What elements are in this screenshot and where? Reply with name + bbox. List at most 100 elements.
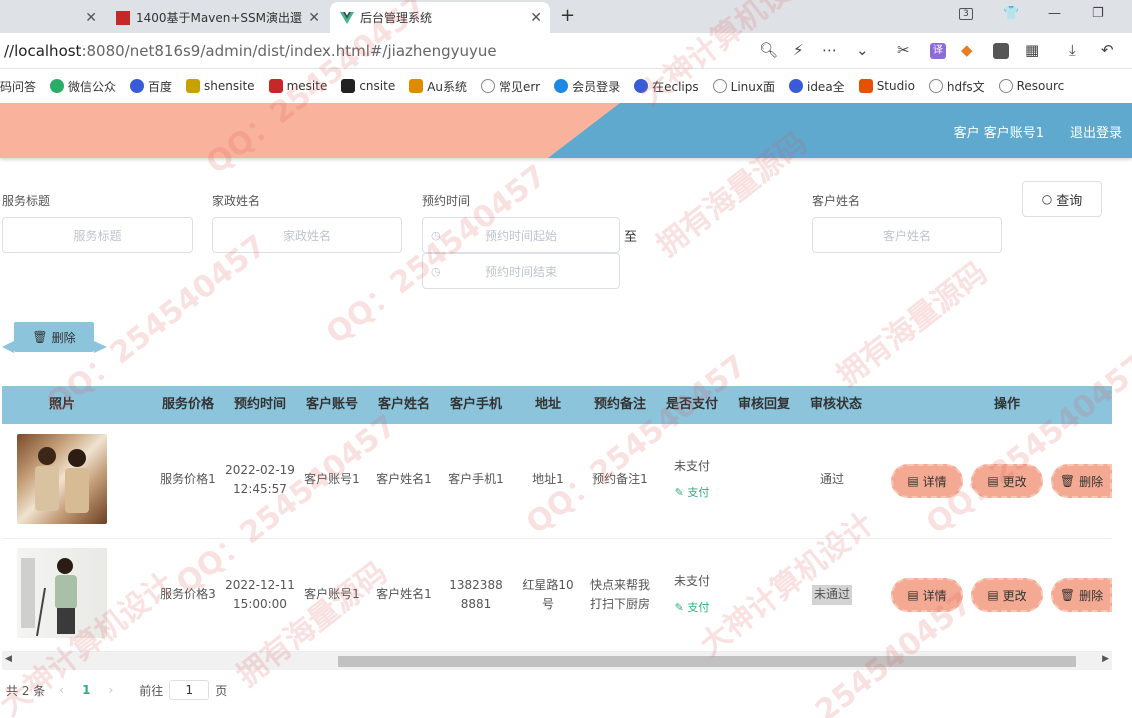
url-field[interactable]: //localhost:8080/net816s9/admin/dist/ind…: [4, 42, 497, 60]
col-time: 预约时间: [233, 397, 286, 412]
undo-icon[interactable]: ↶: [1101, 41, 1114, 59]
col-note: 预约备注: [593, 397, 646, 412]
batch-delete-button[interactable]: 🗑︎ 删除: [2, 322, 107, 353]
scroll-left-icon[interactable]: ◀: [5, 654, 12, 664]
logout-link[interactable]: 退出登录: [1070, 122, 1122, 141]
goto-label: 前往: [139, 683, 164, 698]
bookmark-item[interactable]: 码问答: [0, 78, 36, 95]
browser-tab-3-active[interactable]: 后台管理系统 ✕: [330, 2, 550, 33]
col-address: 地址: [534, 397, 561, 412]
close-icon[interactable]: ✕: [530, 10, 542, 26]
mesite-icon: [268, 79, 283, 93]
baidu-paw-icon: [788, 79, 803, 93]
scrollbar-thumb[interactable]: [338, 656, 1076, 667]
batch-delete-label: 删除: [51, 330, 76, 345]
status-badge: 未通过: [811, 585, 852, 605]
paid-status: 未支付: [673, 458, 710, 473]
bookmark-label: 会员登录: [572, 79, 621, 94]
col-photo: 照片: [48, 397, 75, 412]
close-icon[interactable]: ✕: [85, 10, 97, 26]
new-tab-icon[interactable]: +: [560, 5, 575, 26]
zoom-icon[interactable]: 🔍︎: [759, 41, 778, 59]
detail-button[interactable]: ▤ 详情: [891, 578, 963, 612]
table-horizontal-scrollbar[interactable]: ◀ ▶: [2, 652, 1112, 670]
browser-tab-1[interactable]: ✕: [0, 2, 105, 33]
bookmark-label: Resourc: [1016, 79, 1065, 93]
customer-name-input[interactable]: 客户姓名: [812, 217, 1002, 253]
paid-status: 未支付: [673, 573, 710, 588]
detail-label: 详情: [922, 474, 947, 489]
appointment-time-start-input[interactable]: ◷ 预约时间起始: [422, 217, 620, 253]
page-number-current[interactable]: 1: [82, 683, 90, 697]
pay-link[interactable]: ✎ 支付: [675, 599, 710, 617]
bookmark-item[interactable]: 会员登录: [554, 78, 620, 95]
bookmark-item[interactable]: hdfs文: [928, 78, 985, 95]
delete-button[interactable]: 🗑︎ 删除: [1051, 578, 1112, 612]
extension-icon[interactable]: [993, 43, 1009, 59]
prev-page-icon[interactable]: ‹: [59, 683, 64, 697]
tab-count-badge[interactable]: 3: [959, 8, 973, 20]
lightning-icon[interactable]: ⚡︎: [793, 41, 804, 59]
baidu-paw-icon: [634, 79, 649, 93]
col-status: 审核状态: [809, 397, 862, 412]
goto-page-input[interactable]: 1: [169, 680, 210, 700]
appointment-time-end-input[interactable]: ◷ 预约时间结束: [422, 253, 620, 289]
bookmark-item[interactable]: 在eclips: [634, 78, 699, 95]
search-button[interactable]: ○ 查询: [1022, 181, 1102, 217]
bookmark-item[interactable]: Resourc: [998, 79, 1065, 93]
download-icon[interactable]: ⤓: [1069, 41, 1076, 59]
shirt-icon[interactable]: 👕: [1003, 6, 1019, 21]
globe-icon: [481, 79, 496, 93]
bookmark-label: Linux面: [730, 79, 775, 94]
browser-tab-2[interactable]: 1400基于Maven+SSM演出還 ✕: [106, 2, 328, 33]
close-icon[interactable]: ✕: [308, 10, 320, 26]
pagination: 共 2 条 ‹ 1 › 前往 1 页: [6, 680, 227, 700]
trash-icon: 🗑︎: [1059, 474, 1076, 488]
bookmark-item[interactable]: 常见err: [481, 78, 540, 95]
table-row: 服务价格3 2022-12-11 15:00:00 客户账号1 客户姓名1 13…: [2, 539, 1112, 652]
pay-link-label: 支付: [687, 600, 710, 614]
edit-button[interactable]: ▤ 更改: [971, 578, 1043, 612]
table-row: 服务价格1 2022-02-19 12:45:57 客户账号1 客户姓名1 客户…: [2, 424, 1112, 539]
bookmark-label: shensite: [204, 79, 255, 93]
delete-label: 删除: [1079, 588, 1104, 603]
bookmark-item[interactable]: Linux面: [712, 78, 775, 95]
scissors-icon[interactable]: ✂: [897, 41, 910, 59]
scroll-right-icon[interactable]: ▶: [1102, 654, 1109, 664]
shensite-icon: [186, 79, 201, 93]
bookmark-item[interactable]: shensite: [186, 79, 255, 93]
next-page-icon[interactable]: ›: [108, 683, 113, 697]
more-icon[interactable]: ⋯: [822, 41, 837, 59]
delete-button[interactable]: 🗑︎ 删除: [1051, 464, 1112, 498]
current-user: 客户 客户账号1: [953, 126, 1044, 141]
bookmark-item[interactable]: Au系统: [409, 78, 467, 95]
bookmark-item[interactable]: 微信公众: [50, 78, 116, 95]
tab-title: 1400基于Maven+SSM演出還: [136, 11, 302, 25]
col-actions: 操作: [993, 397, 1020, 412]
fox-extension-icon[interactable]: ◆: [961, 41, 973, 59]
bookmark-item[interactable]: idea全: [788, 78, 845, 95]
service-title-input[interactable]: 服务标题: [2, 217, 193, 253]
bookmark-item[interactable]: 百度: [130, 78, 172, 95]
edit-button[interactable]: ▤ 更改: [971, 464, 1043, 498]
start-placeholder: 预约时间起始: [484, 228, 557, 243]
detail-button[interactable]: ▤ 详情: [891, 464, 963, 498]
bookmark-label: idea全: [806, 79, 845, 94]
bookmark-item[interactable]: Studio: [858, 79, 915, 93]
restore-icon[interactable]: ❐: [1092, 6, 1104, 21]
minimize-icon[interactable]: —: [1048, 6, 1061, 21]
end-placeholder: 预约时间结束: [484, 264, 557, 279]
housekeeper-name-input[interactable]: 家政姓名: [212, 217, 402, 253]
bookmark-item[interactable]: cnsite: [341, 79, 395, 93]
address-bar: //localhost:8080/net816s9/admin/dist/ind…: [0, 33, 1132, 69]
url-host: //localhost: [4, 42, 82, 60]
range-separator: 至: [624, 230, 638, 245]
translate-icon[interactable]: 译: [930, 43, 946, 59]
service-photo: [17, 434, 107, 524]
bookmark-item[interactable]: mesite: [268, 79, 327, 93]
chevron-down-icon[interactable]: ⌄: [856, 41, 869, 59]
studio-icon: [858, 79, 873, 93]
apps-grid-icon[interactable]: ▦: [1025, 41, 1039, 59]
pay-link[interactable]: ✎ 支付: [675, 484, 710, 502]
col-price: 服务价格: [161, 397, 214, 412]
